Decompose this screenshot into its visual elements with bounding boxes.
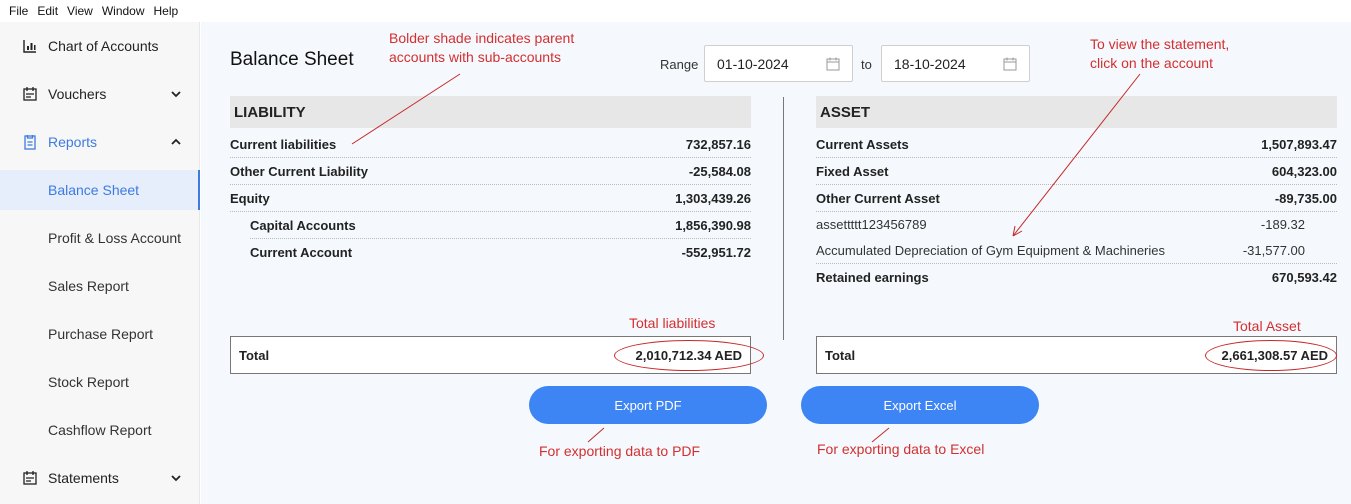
calendar-icon[interactable]	[826, 57, 840, 71]
table-row[interactable]: Fixed Asset 604,323.00	[816, 158, 1337, 185]
voucher-icon	[23, 87, 37, 101]
column-divider	[783, 97, 784, 340]
menu-help[interactable]: Help	[151, 4, 185, 18]
menu-window[interactable]: Window	[99, 4, 151, 18]
to-date-input[interactable]: 18-10-2024	[881, 45, 1030, 82]
annotation-export-pdf: For exporting data to PDF	[539, 443, 701, 459]
export-excel-button[interactable]: Export Excel	[801, 386, 1039, 424]
table-row[interactable]: Other Current Asset -89,735.00	[816, 185, 1337, 212]
asset-heading: ASSET	[816, 96, 1337, 128]
main-content: Balance Sheet Range 01-10-2024 to 18-10-…	[201, 22, 1351, 504]
table-row[interactable]: Equity 1,303,439.26	[230, 185, 751, 212]
reports-icon	[24, 135, 36, 150]
liability-heading: LIABILITY	[230, 96, 751, 128]
from-date-value: 01-10-2024	[717, 55, 789, 72]
sidebar-subitem-sales-report[interactable]: Sales Report	[0, 266, 200, 306]
annotation-total-asset: Total Asset	[1233, 318, 1301, 334]
highlight-ellipse	[614, 340, 764, 371]
annotation-view-statement: To view the statement, click on the acco…	[1090, 36, 1230, 71]
menu-file[interactable]: File	[6, 4, 34, 18]
menu-bar: File Edit View Window Help	[0, 0, 1351, 22]
total-label: Total	[825, 348, 856, 363]
from-date-input[interactable]: 01-10-2024	[704, 45, 853, 82]
table-row[interactable]: Current Account -552,951.72	[250, 239, 751, 266]
sidebar-item-chart-of-accounts[interactable]: Chart of Accounts	[0, 23, 200, 69]
highlight-ellipse	[1205, 340, 1337, 371]
chevron-down-icon	[171, 91, 181, 98]
sidebar-subitem-profit-loss[interactable]: Profit & Loss Account	[0, 218, 200, 258]
table-row[interactable]: Capital Accounts 1,856,390.98	[250, 212, 751, 239]
chevron-down-icon	[171, 475, 181, 482]
sidebar: Chart of Accounts Vouchers Reports Balan…	[0, 22, 200, 504]
annotation-export-excel: For exporting data to Excel	[817, 441, 985, 457]
chevron-up-icon	[171, 138, 181, 145]
page-title: Balance Sheet	[230, 49, 354, 70]
range-label: Range	[660, 57, 699, 72]
table-row[interactable]: assettttt123456789 -189.32	[816, 211, 1305, 238]
annotation-total-liabilities: Total liabilities	[629, 315, 716, 331]
total-label: Total	[239, 348, 270, 363]
sidebar-item-vouchers[interactable]: Vouchers	[0, 71, 200, 117]
table-row[interactable]: Retained earnings 670,593.42	[816, 264, 1337, 291]
to-date-value: 18-10-2024	[894, 55, 966, 72]
table-row[interactable]: Other Current Liability -25,584.08	[230, 158, 751, 185]
chart-icon	[23, 40, 36, 53]
calendar-icon[interactable]	[1003, 57, 1017, 71]
to-label: to	[861, 57, 872, 72]
statements-icon	[23, 471, 37, 485]
sidebar-item-statements[interactable]: Statements	[0, 455, 200, 501]
sidebar-subitem-balance-sheet[interactable]: Balance Sheet	[0, 170, 200, 210]
annotation-bolder-shade: Bolder shade indicates parent accounts w…	[389, 30, 575, 65]
sidebar-subitem-cashflow-report[interactable]: Cashflow Report	[0, 410, 200, 450]
sidebar-item-label: Chart of Accounts	[48, 38, 159, 54]
sidebar-subitem-stock-report[interactable]: Stock Report	[0, 362, 200, 402]
sidebar-subitem-purchase-report[interactable]: Purchase Report	[0, 314, 200, 354]
table-row[interactable]: Current liabilities 732,857.16	[230, 131, 751, 158]
export-pdf-button[interactable]: Export PDF	[529, 386, 767, 424]
menu-edit[interactable]: Edit	[34, 4, 64, 18]
sidebar-item-label: Vouchers	[48, 86, 107, 102]
sidebar-item-reports[interactable]: Reports	[0, 119, 200, 165]
sidebar-item-label: Statements	[48, 470, 119, 486]
menu-view[interactable]: View	[64, 4, 99, 18]
table-row[interactable]: Current Assets 1,507,893.47	[816, 131, 1337, 158]
table-row[interactable]: Accumulated Depreciation of Gym Equipmen…	[816, 237, 1337, 264]
sidebar-item-label: Reports	[48, 134, 98, 150]
